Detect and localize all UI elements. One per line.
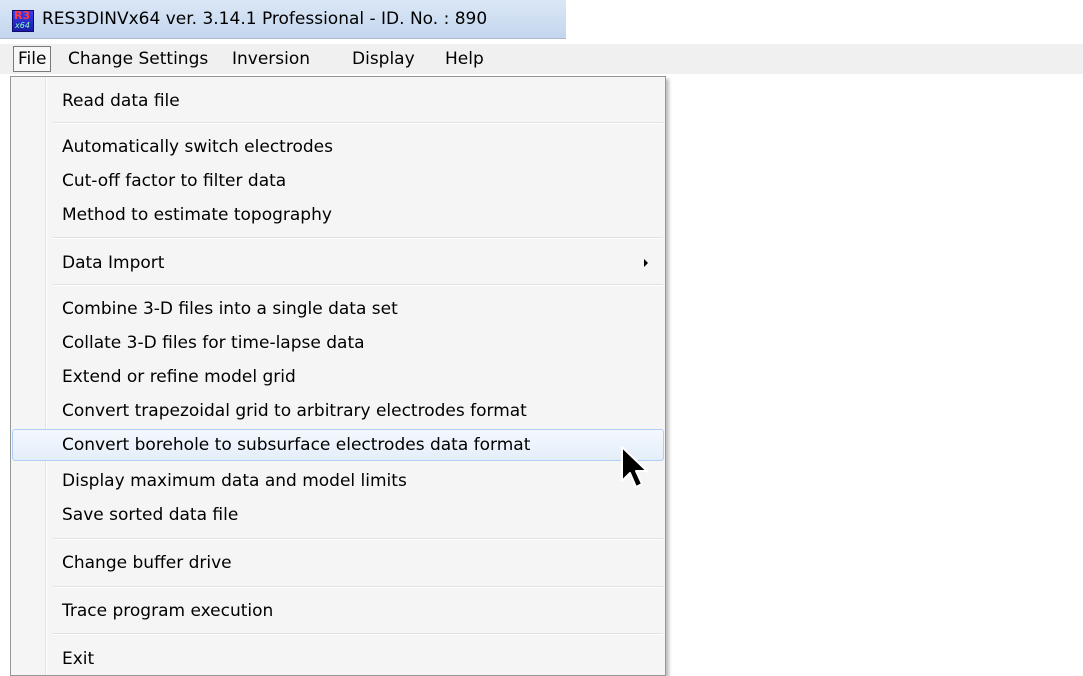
menu-separator xyxy=(53,122,663,124)
menu-separator xyxy=(53,284,663,286)
menu-item-change-buffer-drive[interactable]: Change buffer drive xyxy=(12,547,664,579)
menu-item-data-import[interactable]: Data Import xyxy=(12,247,664,279)
menu-item-convert-borehole[interactable]: Convert borehole to subsurface electrode… xyxy=(12,429,664,461)
menu-separator xyxy=(53,237,663,239)
menu-item-estimate-topography[interactable]: Method to estimate topography xyxy=(12,199,664,231)
menu-separator xyxy=(53,538,663,540)
menu-change-settings[interactable]: Change Settings xyxy=(64,47,212,71)
menu-item-auto-switch-electrodes[interactable]: Automatically switch electrodes xyxy=(12,131,664,163)
menu-item-trace-execution[interactable]: Trace program execution xyxy=(12,595,664,627)
menu-item-label: Change buffer drive xyxy=(62,553,232,573)
menu-item-label: Read data file xyxy=(62,91,180,111)
app-icon-sublabel: x64 xyxy=(15,21,30,30)
menu-display[interactable]: Display xyxy=(348,47,419,71)
menu-item-label: Convert borehole to subsurface electrode… xyxy=(62,435,531,455)
menu-bar: File Change Settings Inversion Display H… xyxy=(0,44,1083,74)
menu-item-read-data-file[interactable]: Read data file xyxy=(12,85,664,117)
menu-item-label: Cut-off factor to filter data xyxy=(62,171,287,191)
menu-separator xyxy=(53,586,663,588)
menu-item-label: Save sorted data file xyxy=(62,505,239,525)
menu-item-label: Exit xyxy=(62,649,95,669)
menu-help[interactable]: Help xyxy=(441,47,488,71)
window-title: RES3DINVx64 ver. 3.14.1 Professional - I… xyxy=(42,9,488,29)
menu-item-label: Automatically switch electrodes xyxy=(62,137,333,157)
menu-item-cutoff-factor[interactable]: Cut-off factor to filter data xyxy=(12,165,664,197)
menu-inversion[interactable]: Inversion xyxy=(228,47,314,71)
menu-item-convert-trapezoidal-grid[interactable]: Convert trapezoidal grid to arbitrary el… xyxy=(12,395,664,427)
menu-item-label: Convert trapezoidal grid to arbitrary el… xyxy=(62,401,527,421)
menu-item-label: Trace program execution xyxy=(62,601,274,621)
mouse-pointer-icon xyxy=(621,446,648,488)
menu-item-label: Method to estimate topography xyxy=(62,205,332,225)
menu-item-combine-3d-files[interactable]: Combine 3-D files into a single data set xyxy=(12,293,664,325)
menu-item-save-sorted-data[interactable]: Save sorted data file xyxy=(12,499,664,531)
menu-item-label: Data Import xyxy=(62,253,165,273)
menu-item-extend-model-grid[interactable]: Extend or refine model grid xyxy=(12,361,664,393)
menu-item-label: Extend or refine model grid xyxy=(62,367,296,387)
menu-file[interactable]: File xyxy=(13,46,52,72)
menu-item-label: Display maximum data and model limits xyxy=(62,471,407,491)
file-menu-dropdown: Read data file Automatically switch elec… xyxy=(10,76,666,676)
menu-item-exit[interactable]: Exit xyxy=(12,643,664,675)
title-bar: R3 x64 RES3DINVx64 ver. 3.14.1 Professio… xyxy=(0,0,566,39)
menu-item-display-limits[interactable]: Display maximum data and model limits xyxy=(12,465,664,497)
submenu-arrow-icon xyxy=(644,259,648,267)
menu-item-collate-3d-files[interactable]: Collate 3-D files for time-lapse data xyxy=(12,327,664,359)
menu-item-label: Collate 3-D files for time-lapse data xyxy=(62,333,365,353)
menu-item-label: Combine 3-D files into a single data set xyxy=(62,299,398,319)
app-icon[interactable]: R3 x64 xyxy=(12,9,34,32)
menu-separator xyxy=(53,633,663,635)
